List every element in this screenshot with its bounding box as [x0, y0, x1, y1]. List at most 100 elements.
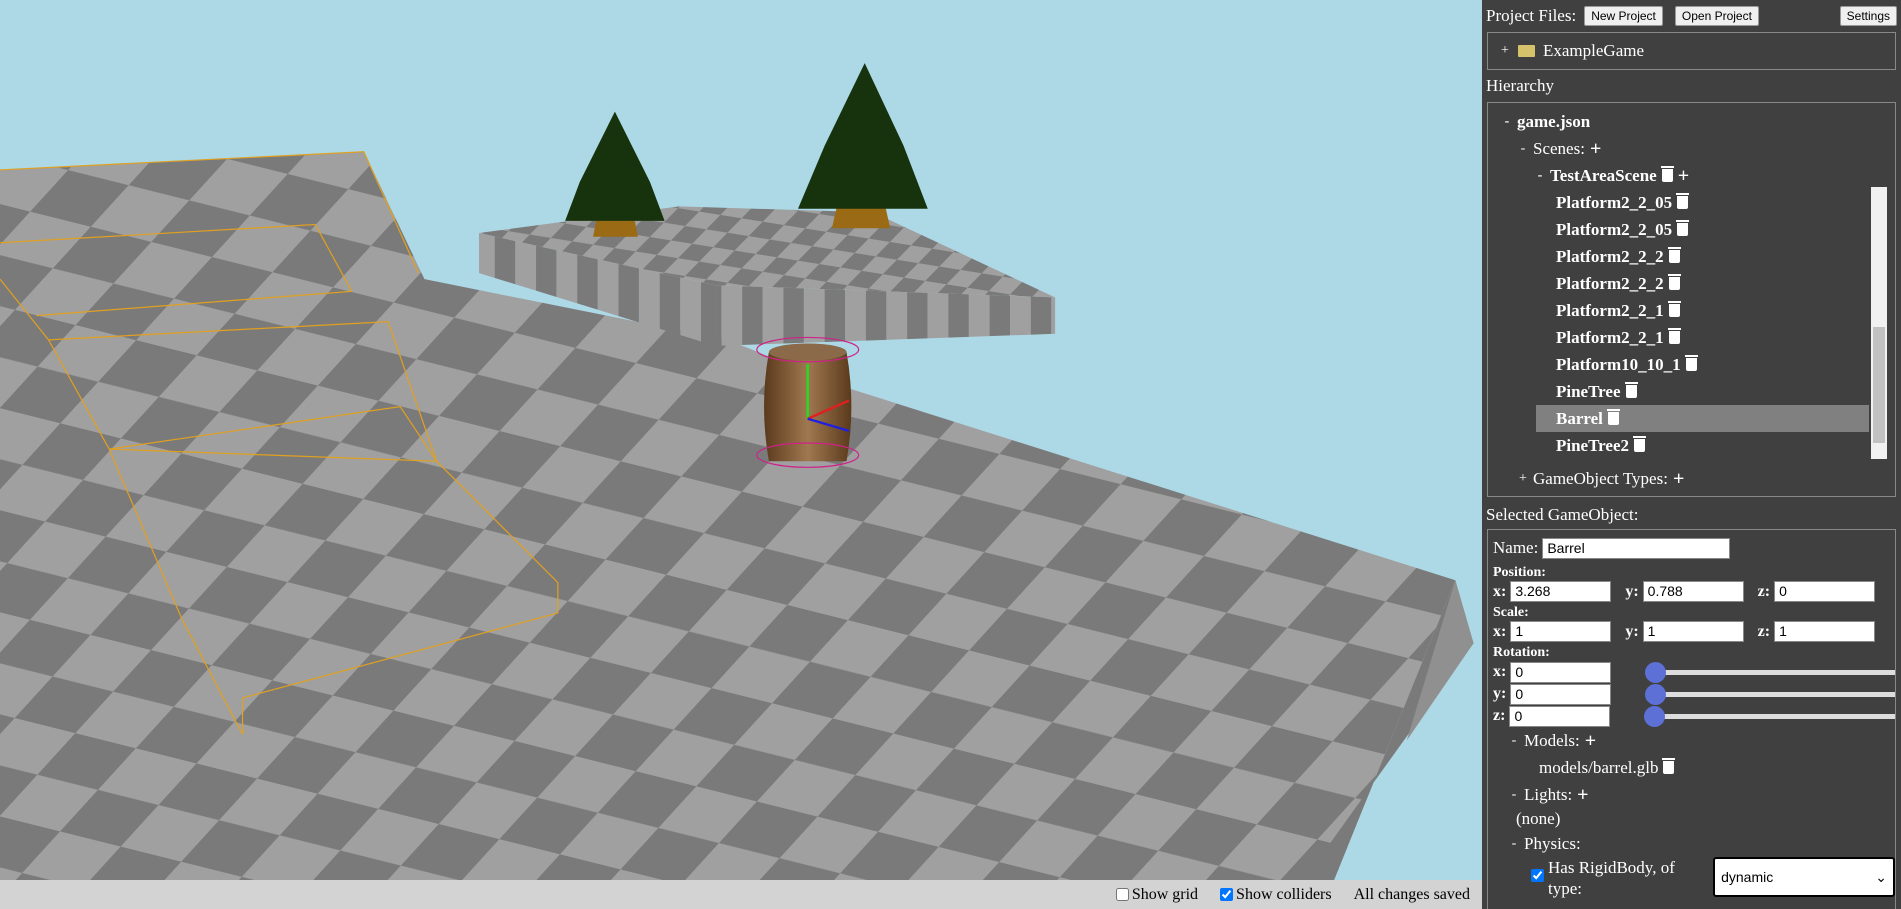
trash-icon[interactable]	[1667, 274, 1681, 290]
project-files-tree: + ExampleGame	[1487, 32, 1896, 70]
gameobject-types-label: GameObject Types:	[1533, 468, 1668, 488]
trash-icon[interactable]	[1676, 220, 1690, 236]
object-name: PineTree2	[1556, 435, 1630, 455]
new-project-button[interactable]: New Project	[1584, 6, 1663, 26]
axis-label: x:	[1493, 582, 1507, 600]
editor-panel: Project Files: New Project Open Project …	[1482, 0, 1901, 909]
axis-label: y:	[1493, 685, 1507, 702]
scrollbar[interactable]	[1871, 187, 1887, 459]
axis-label: x:	[1493, 622, 1507, 640]
scene-viewport[interactable]	[0, 0, 1482, 880]
hierarchy-object[interactable]: Platform2_2_2	[1536, 243, 1869, 270]
root-file[interactable]: game.json	[1517, 112, 1590, 132]
object-name: Platform2_2_05	[1556, 192, 1673, 212]
show-grid-toggle[interactable]: Show grid	[1115, 886, 1198, 904]
expand-toggle[interactable]: +	[1516, 471, 1530, 487]
hierarchy-object[interactable]: PineTree2	[1536, 432, 1869, 459]
add-light-icon[interactable]: +	[1577, 785, 1588, 805]
collapse-toggle[interactable]: -	[1500, 114, 1514, 130]
axis-label: y:	[1625, 582, 1639, 600]
rigidbody-checkbox[interactable]	[1531, 869, 1544, 882]
project-files-label: Project Files:	[1486, 6, 1577, 25]
trash-icon[interactable]	[1624, 382, 1638, 398]
trash-icon[interactable]	[1684, 355, 1698, 371]
axis-label: z:	[1493, 707, 1506, 724]
object-name: Platform2_2_05	[1556, 219, 1673, 239]
collapse-toggle[interactable]: -	[1507, 733, 1521, 749]
settings-button[interactable]: Settings	[1839, 6, 1897, 26]
lights-label: Lights:	[1524, 784, 1573, 804]
trash-icon[interactable]	[1633, 436, 1647, 452]
scenes-label: Scenes:	[1533, 138, 1585, 158]
chevron-down-icon: ⌄	[1875, 868, 1887, 885]
rotation-x-slider[interactable]	[1645, 662, 1895, 683]
hierarchy-tree: - game.json - Scenes: + - TestAreaScene + Pla…	[1487, 102, 1896, 497]
object-name: Platform2_2_1	[1556, 300, 1664, 320]
collapse-toggle[interactable]: -	[1507, 836, 1521, 852]
object-name: Platform2_2_2	[1556, 246, 1664, 266]
hierarchy-object[interactable]: Platform2_2_05	[1536, 189, 1869, 216]
scene-canvas[interactable]	[0, 0, 1482, 880]
scale-y-input[interactable]: 1	[1642, 621, 1744, 642]
hierarchy-object[interactable]: PineTree	[1536, 378, 1869, 405]
trash-icon[interactable]	[1676, 193, 1690, 209]
position-label: Position:	[1493, 565, 1546, 580]
collapse-toggle[interactable]: -	[1507, 787, 1521, 803]
add-model-icon[interactable]: +	[1585, 731, 1596, 751]
hierarchy-object[interactable]: Platform2_2_05	[1536, 216, 1869, 243]
collapse-toggle[interactable]: -	[1533, 168, 1547, 184]
hierarchy-title: Hierarchy	[1486, 76, 1554, 95]
open-project-button[interactable]: Open Project	[1674, 6, 1759, 26]
trash-icon[interactable]	[1667, 301, 1681, 317]
show-grid-checkbox[interactable]	[1115, 888, 1129, 901]
rotation-x-input[interactable]: 0	[1510, 661, 1612, 683]
rigidbody-type-select[interactable]: dynamic ⌄	[1713, 857, 1895, 897]
axis-label: z:	[1757, 622, 1771, 640]
model-item[interactable]: models/barrel.glb	[1539, 758, 1658, 778]
pine-tree-2	[798, 63, 928, 229]
physics-label: Physics:	[1524, 833, 1581, 853]
position-y-input[interactable]: 0.788	[1642, 581, 1744, 602]
object-name: Platform2_2_2	[1556, 273, 1664, 293]
project-folder[interactable]: ExampleGame	[1543, 41, 1644, 61]
select-value: dynamic	[1721, 869, 1774, 885]
add-object-icon[interactable]: +	[1678, 166, 1689, 186]
collapse-toggle[interactable]: -	[1516, 141, 1530, 157]
rotation-y-input[interactable]: 0	[1510, 683, 1612, 705]
show-colliders-checkbox[interactable]	[1220, 888, 1234, 901]
save-status: All changes saved	[1353, 885, 1470, 903]
object-name: PineTree	[1556, 381, 1621, 401]
rotation-z-slider[interactable]	[1644, 706, 1895, 727]
status-bar: Show grid Show colliders All changes sav…	[0, 880, 1482, 909]
rotation-z-input[interactable]: 0	[1509, 705, 1611, 727]
object-name: Platform10_10_1	[1556, 354, 1681, 374]
hierarchy-object[interactable]: Platform2_2_1	[1536, 297, 1869, 324]
trash-icon[interactable]	[1662, 758, 1676, 774]
show-colliders-toggle[interactable]: Show colliders	[1220, 886, 1332, 904]
axis-label: y:	[1625, 622, 1639, 640]
hierarchy-object[interactable]: Platform2_2_2	[1536, 270, 1869, 297]
trash-icon[interactable]	[1667, 247, 1681, 263]
hierarchy-object[interactable]: Barrel	[1536, 405, 1869, 432]
trash-icon[interactable]	[1667, 328, 1681, 344]
add-scene-icon[interactable]: +	[1590, 139, 1601, 159]
barrel[interactable]	[756, 336, 860, 468]
inspector: Name: Barrel Position: x: 3.268 y: 0.788 z: 0 …	[1487, 529, 1896, 909]
hierarchy-object[interactable]: Platform2_2_1	[1536, 324, 1869, 351]
rotation-y-slider[interactable]	[1645, 684, 1895, 705]
name-input[interactable]: Barrel	[1542, 537, 1731, 559]
pine-tree	[565, 111, 665, 237]
trash-icon[interactable]	[1660, 166, 1674, 182]
folder-icon	[1518, 45, 1535, 57]
position-z-input[interactable]: 0	[1774, 581, 1876, 602]
scale-z-input[interactable]: 1	[1774, 621, 1876, 642]
trash-icon[interactable]	[1606, 409, 1620, 425]
add-type-icon[interactable]: +	[1673, 469, 1684, 489]
hierarchy-object[interactable]: Platform10_10_1	[1536, 351, 1869, 378]
scale-label: Scale:	[1493, 605, 1529, 620]
position-x-input[interactable]: 3.268	[1510, 581, 1612, 602]
object-name: Platform2_2_1	[1556, 327, 1664, 347]
expand-toggle[interactable]: +	[1498, 43, 1512, 59]
scale-x-input[interactable]: 1	[1510, 621, 1612, 642]
scene-name[interactable]: TestAreaScene	[1550, 166, 1657, 186]
